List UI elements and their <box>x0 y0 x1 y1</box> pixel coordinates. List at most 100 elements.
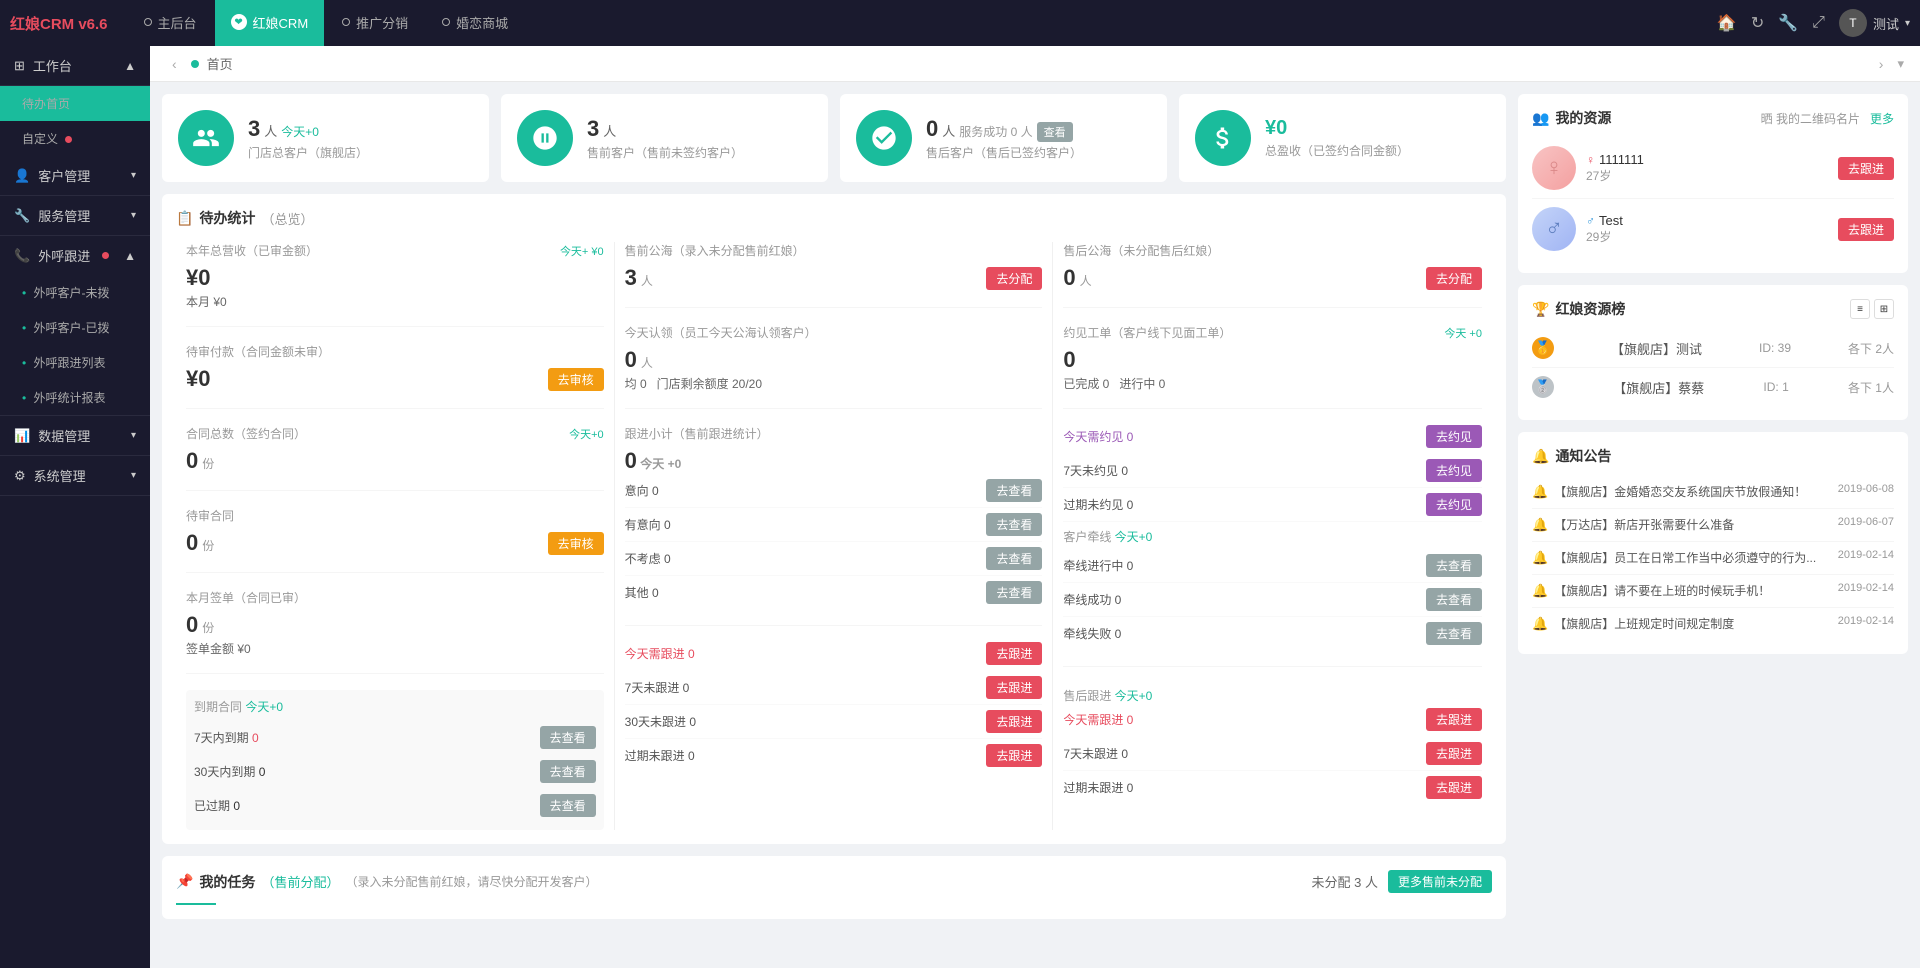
stat-num-aftersale: 0 <box>926 116 938 142</box>
btn-follow-overdue[interactable]: 去跟进 <box>986 744 1042 767</box>
notice-text-3: 【旗舰店】请不要在上班的时候玩手机！ <box>1554 582 1832 600</box>
notice-text-1: 【万达店】新店开张需要什么准备 <box>1554 516 1832 534</box>
btn-review-contract[interactable]: 去审核 <box>548 532 604 555</box>
system-icon: ⚙ <box>14 468 26 484</box>
sidebar-item-outbound-undialed[interactable]: • 外呼客户-未拨 <box>0 275 150 310</box>
stat-label-customers: 门店总客户（旗舰店） <box>248 144 473 161</box>
btn-view-30days[interactable]: 去查看 <box>540 760 596 783</box>
todo-block-monthly-signed: 本月签单（合同已审） 0份 签单金额 ¥0 <box>186 589 604 674</box>
tab-marketing[interactable]: 推广分销 <box>326 0 424 46</box>
sidebar-item-customize[interactable]: 自定义 <box>0 121 150 156</box>
sidebar-item-outbound-list[interactable]: • 外呼跟进列表 <box>0 345 150 380</box>
btn-distribute-aftersale[interactable]: 去分配 <box>1426 267 1482 290</box>
notice-item-1[interactable]: 🔔 【万达店】新店开张需要什么准备 2019-06-07 <box>1532 509 1894 542</box>
btn-meet-today[interactable]: 去约见 <box>1426 425 1482 448</box>
user-info[interactable]: T 测试 ▾ <box>1839 9 1910 37</box>
btn-follow-resource-0[interactable]: 去跟进 <box>1838 157 1894 180</box>
tab-crm[interactable]: ❤ 红娘CRM <box>215 0 325 46</box>
btn-view-has-intention[interactable]: 去查看 <box>986 513 1042 536</box>
notice-item-2[interactable]: 🔔 【旗舰店】员工在日常工作当中必须遵守的行为... 2019-02-14 <box>1532 542 1894 575</box>
notice-item-0[interactable]: 🔔 【旗舰店】金婚婚恋交友系统国庆节放假通知！ 2019-06-08 <box>1532 476 1894 509</box>
btn-follow-aftersale-7days[interactable]: 去跟进 <box>1426 742 1482 765</box>
sidebar-workbench-header[interactable]: ⊞ 工作台 ▲ <box>0 46 150 85</box>
breadcrumb-collapse-icon[interactable]: ▾ <box>1897 56 1904 72</box>
notice-text-4: 【旗舰店】上班规定时间规定制度 <box>1554 615 1832 633</box>
followup-no-consider: 不考虑 0 去查看 <box>625 542 1043 576</box>
followup-has-intention: 有意向 0 去查看 <box>625 508 1043 542</box>
expiry-section: 到期合同 今天+0 7天内到期 0 去查看 30天内到期 0 去查看 <box>186 690 604 830</box>
system-chevron-icon: ▾ <box>131 470 136 481</box>
sidebar-data-header[interactable]: 📊 数据管理 ▾ <box>0 416 150 455</box>
btn-follow-today-presale[interactable]: 去跟进 <box>986 642 1042 665</box>
btn-view-matchmaking-inprogress[interactable]: 去查看 <box>1426 554 1482 577</box>
btn-view-matchmaking-fail[interactable]: 去查看 <box>1426 622 1482 645</box>
sidebar-system-header[interactable]: ⚙ 系统管理 ▾ <box>0 456 150 495</box>
stat-icon-presale <box>517 110 573 166</box>
customize-badge <box>65 136 72 143</box>
sidebar-workbench-section: ⊞ 工作台 ▲ <box>0 46 150 86</box>
dashboard: 3 人 今天+0 门店总客户（旗舰店） <box>150 82 1920 968</box>
tab-crm-icon: ❤ <box>231 14 247 30</box>
stat-icon-revenue <box>1195 110 1251 166</box>
home-icon[interactable]: 🏠 <box>1717 13 1737 33</box>
settings-icon[interactable]: 🔧 <box>1778 13 1798 33</box>
sidebar-item-todo[interactable]: 待办首页 <box>0 86 150 121</box>
todo-block-claim-today: 今天认领（员工今天公海认领客户） 0人 均 0 门店剩余额度 20/20 <box>625 324 1043 409</box>
btn-follow-30days[interactable]: 去跟进 <box>986 710 1042 733</box>
refresh-icon[interactable]: ↻ <box>1751 13 1764 33</box>
btn-view-7days[interactable]: 去查看 <box>540 726 596 749</box>
breadcrumb-right-arrow[interactable]: › <box>1873 56 1890 72</box>
btn-view-no-consider[interactable]: 去查看 <box>986 547 1042 570</box>
tab-mall[interactable]: 婚恋商城 <box>426 0 524 46</box>
btn-more-presale[interactable]: 更多售前未分配 <box>1388 870 1492 893</box>
breadcrumb-left-arrow[interactable]: ‹ <box>166 56 183 72</box>
btn-view-intention[interactable]: 去查看 <box>986 479 1042 502</box>
btn-follow-today-aftersale[interactable]: 去跟进 <box>1426 708 1482 731</box>
tasks-underline <box>176 903 216 905</box>
rank-count-0: 各下 2人 <box>1848 340 1894 357</box>
sidebar-item-outbound-report[interactable]: • 外呼统计报表 <box>0 380 150 415</box>
btn-review-payment[interactable]: 去审核 <box>548 368 604 391</box>
stat-card-presale: 3 人 售前客户（售前未签约客户） <box>501 94 828 182</box>
stat-success-aftersale: 服务成功 0 人 <box>959 123 1032 140</box>
btn-follow-resource-1[interactable]: 去跟进 <box>1838 218 1894 241</box>
btn-meet-overdue[interactable]: 去约见 <box>1426 493 1482 516</box>
tasks-actions: 未分配 3 人 更多售前未分配 <box>1312 870 1492 893</box>
btn-follow-7days[interactable]: 去跟进 <box>986 676 1042 699</box>
tasks-header: 📌 我的任务 （售前分配） （录入未分配售前红娘，请尽快分配开发客户） 未分配 … <box>176 870 1492 893</box>
breadcrumb-home[interactable]: 首页 <box>207 54 233 73</box>
stat-today-customers: 今天+0 <box>281 123 319 140</box>
ranking-view-list-icon[interactable]: ≡ <box>1850 299 1870 319</box>
gender-icon-0: ♀ <box>1586 153 1595 167</box>
btn-view-other[interactable]: 去查看 <box>986 581 1042 604</box>
resource-name-1: Test <box>1599 213 1623 228</box>
sidebar-item-outbound-dialed[interactable]: • 外呼客户-已拨 <box>0 310 150 345</box>
btn-view-overdue[interactable]: 去查看 <box>540 794 596 817</box>
stat-view-btn-aftersale[interactable]: 查看 <box>1037 122 1073 142</box>
todo-grid: 本年总营收（已审金额） 今天+ ¥0 ¥0 本月 ¥0 待审付款（合同金额未审） <box>176 242 1492 830</box>
data-chevron-icon: ▾ <box>131 430 136 441</box>
sidebar-outbound-header[interactable]: 📞 外呼跟进 ▲ <box>0 236 150 275</box>
btn-meet-7days[interactable]: 去约见 <box>1426 459 1482 482</box>
tab-main[interactable]: 主后台 <box>128 0 213 46</box>
resource-item-1: ♂ ♂ Test 29岁 去跟进 <box>1532 199 1894 259</box>
notice-item-3[interactable]: 🔔 【旗舰店】请不要在上班的时候玩手机！ 2019-02-14 <box>1532 575 1894 608</box>
notice-item-4[interactable]: 🔔 【旗舰店】上班规定时间规定制度 2019-02-14 <box>1532 608 1894 640</box>
presale-30days-no-follow: 30天未跟进 0 去跟进 <box>625 705 1043 739</box>
expiry-30days: 30天内到期 0 去查看 <box>194 755 596 789</box>
todo-block-annual-revenue: 本年总营收（已审金额） 今天+ ¥0 ¥0 本月 ¥0 <box>186 242 604 327</box>
sidebar-service-header[interactable]: 🔧 服务管理 ▾ <box>0 196 150 235</box>
notice-date-1: 2019-06-07 <box>1838 516 1894 528</box>
todo-block-aftersale-followup: 售后跟进 今天+0 今天需跟进 0 去跟进 7天未跟进 0 去跟进 <box>1063 683 1482 820</box>
btn-view-matchmaking-success[interactable]: 去查看 <box>1426 588 1482 611</box>
btn-follow-aftersale-overdue[interactable]: 去跟进 <box>1426 776 1482 799</box>
btn-distribute-presale[interactable]: 去分配 <box>986 267 1042 290</box>
resource-age-1: 29岁 <box>1586 228 1828 245</box>
ranking-view-grid-icon[interactable]: ⊞ <box>1874 299 1894 319</box>
stat-cards: 3 人 今天+0 门店总客户（旗舰店） <box>162 94 1506 182</box>
sidebar-customer-header[interactable]: 👤 客户管理 ▾ <box>0 156 150 195</box>
fullscreen-icon[interactable]: ⤢ <box>1812 14 1825 32</box>
resource-more-btn[interactable]: 更多 <box>1870 110 1894 127</box>
presale-overdue-no-follow: 过期未跟进 0 去跟进 <box>625 739 1043 772</box>
resource-qr-link[interactable]: 晒 我的二维码名片 <box>1761 110 1860 127</box>
